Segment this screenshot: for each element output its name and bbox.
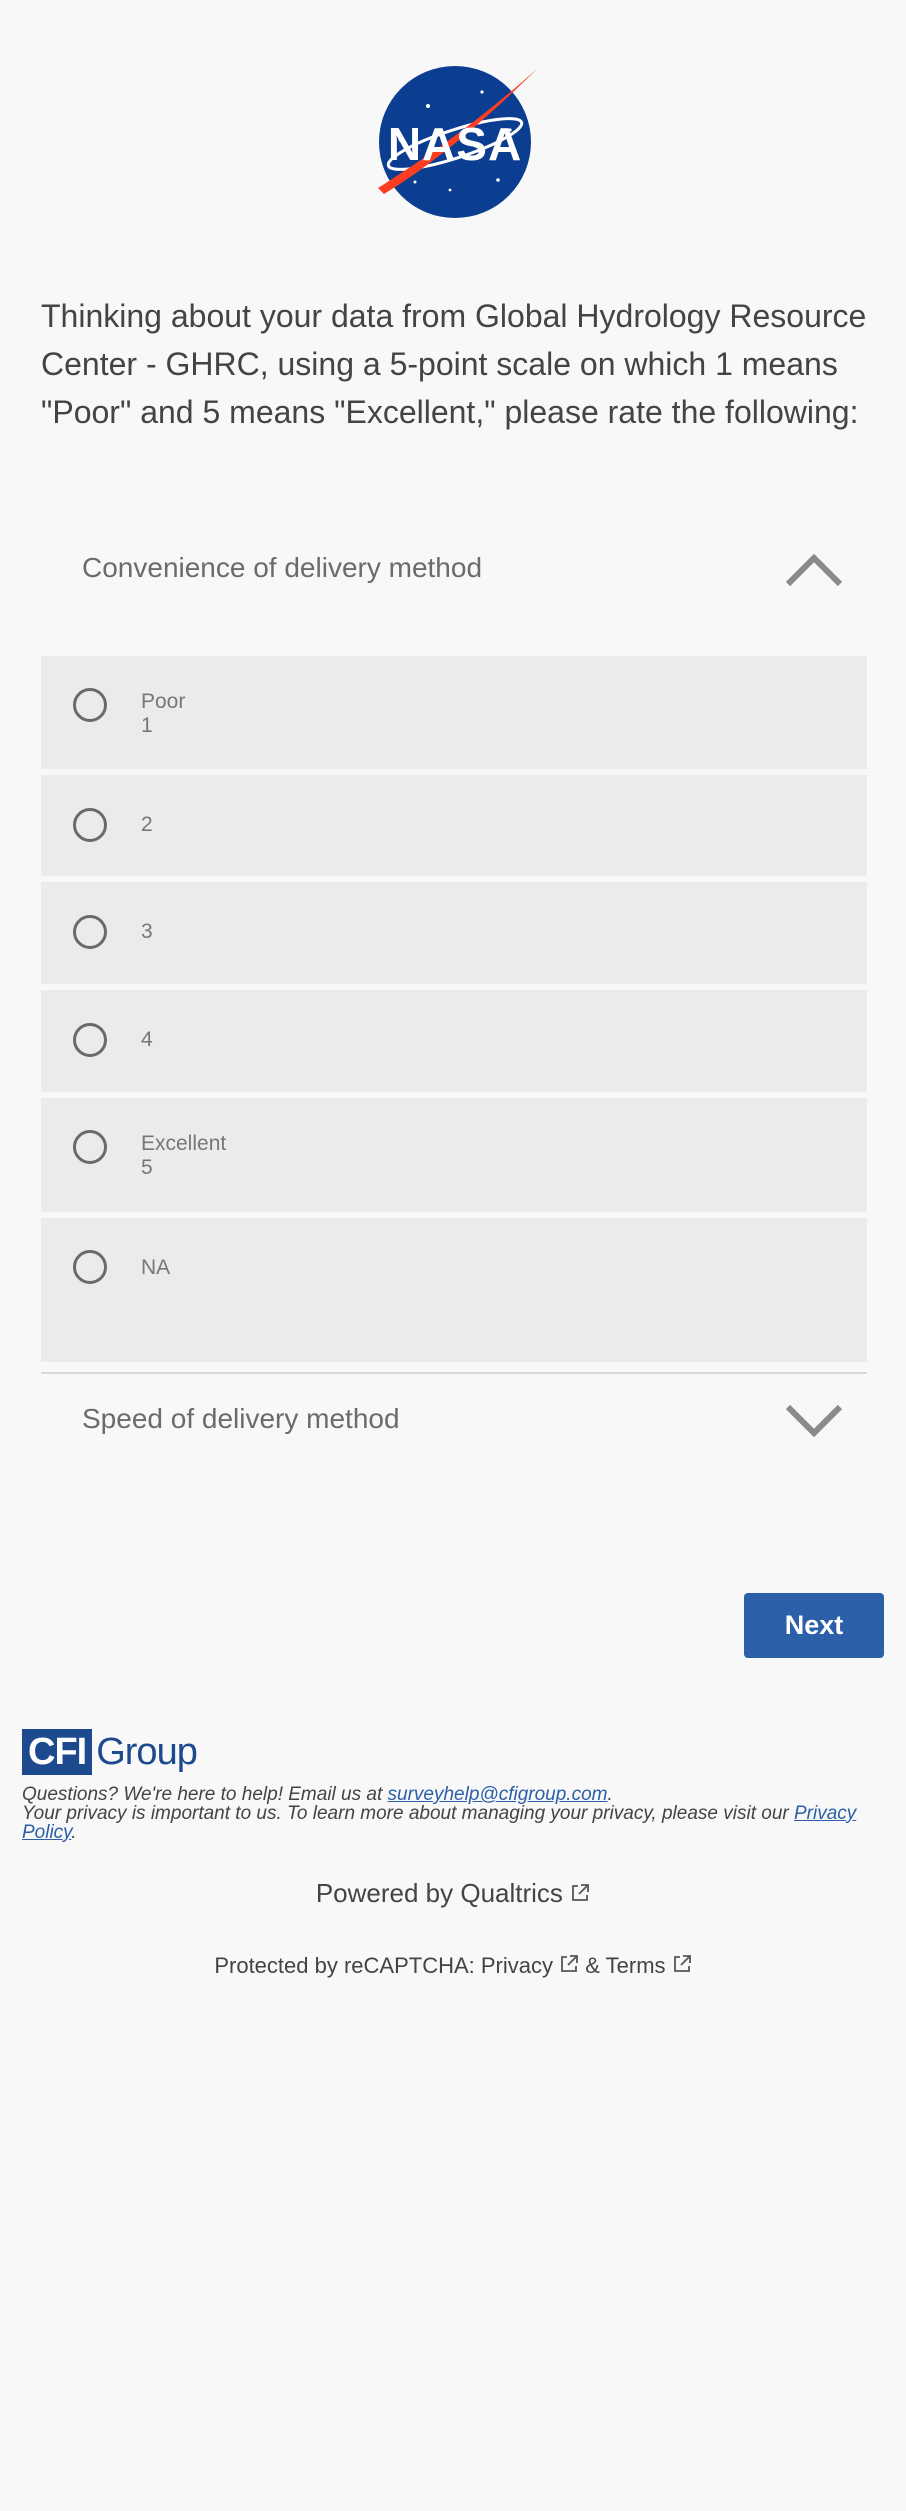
option-2[interactable]: 2: [41, 775, 867, 876]
support-email-link[interactable]: surveyhelp@cfigroup.com: [388, 1784, 608, 1805]
option-4[interactable]: 4: [41, 990, 867, 1092]
radio-button[interactable]: [73, 1250, 107, 1284]
option-label: 2: [141, 813, 153, 836]
rating-options: Poor 1 2 3 4 Excellent 5 NA: [41, 656, 867, 1368]
radio-button[interactable]: [73, 915, 107, 949]
cfi-logo-word: Group: [96, 1730, 198, 1773]
cfi-logo-box: CFI: [22, 1729, 93, 1775]
external-link-icon: [561, 1955, 579, 1972]
option-label: Poor 1: [141, 690, 186, 737]
radio-button[interactable]: [73, 688, 107, 722]
external-link-icon: [572, 1884, 590, 1901]
radio-button[interactable]: [73, 808, 107, 842]
radio-button[interactable]: [73, 1130, 107, 1164]
recaptcha-privacy-link[interactable]: Privacy: [481, 1953, 553, 1978]
option-excellent-5[interactable]: Excellent 5: [41, 1098, 867, 1212]
recaptcha-terms-link[interactable]: Terms: [606, 1953, 666, 1978]
option-label: 4: [141, 1028, 153, 1051]
cfi-group-logo: CFI Group: [22, 1728, 198, 1776]
nasa-logo: NASA: [378, 66, 538, 218]
footer-help-text: Questions? We're here to help! Email us …: [22, 1784, 857, 1843]
option-label: Excellent 5: [141, 1132, 227, 1179]
external-link-icon: [673, 1955, 691, 1972]
nasa-logo-text: NASA: [388, 118, 522, 170]
option-label: 3: [141, 920, 153, 943]
accordion-label: Convenience of delivery method: [82, 552, 483, 583]
option-label: NA: [141, 1256, 171, 1279]
accordion-label: Speed of delivery method: [82, 1403, 400, 1434]
accordion-header-speed[interactable]: Speed of delivery method: [41, 1359, 867, 1479]
option-poor-1[interactable]: Poor 1: [41, 656, 867, 769]
option-3[interactable]: 3: [41, 882, 867, 984]
question-text: Thinking about your data from Global Hyd…: [41, 298, 867, 430]
accordion-header-convenience[interactable]: Convenience of delivery method: [41, 508, 867, 628]
chevron-down-icon[interactable]: [785, 1397, 843, 1441]
powered-by-qualtrics[interactable]: Powered by Qualtrics: [0, 1878, 906, 1909]
recaptcha-notice: Protected by reCAPTCHA: Privacy & Terms: [0, 1953, 906, 1979]
next-button[interactable]: Next: [744, 1593, 884, 1658]
option-na[interactable]: NA: [41, 1218, 867, 1362]
radio-button[interactable]: [73, 1023, 107, 1057]
survey-page: NASA Thinking about your data from Globa…: [0, 0, 906, 2511]
chevron-up-icon[interactable]: [785, 546, 843, 590]
